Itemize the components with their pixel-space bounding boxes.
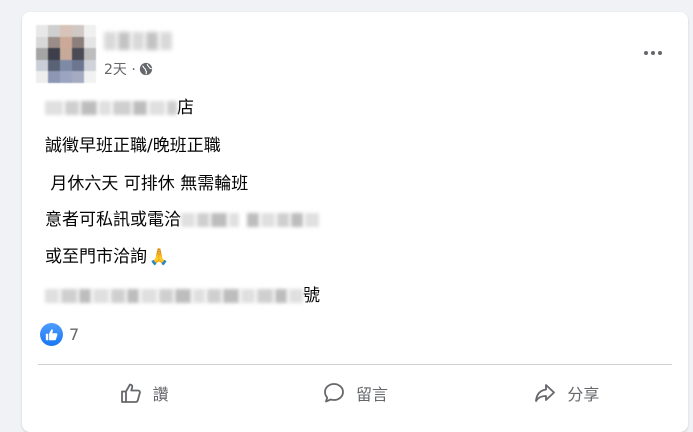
more-options-icon[interactable] (640, 48, 666, 58)
reaction-count: 7 (69, 325, 80, 344)
post-line-1: 店 (45, 97, 194, 119)
comment-label: 留言 (355, 385, 388, 404)
post-line-6: 號 (45, 285, 320, 307)
avatar[interactable] (36, 25, 96, 83)
pray-icon: 🙏 (149, 247, 169, 266)
redacted-phone (181, 213, 319, 227)
redacted-text (45, 101, 177, 115)
globe-icon (139, 62, 153, 76)
post-line-5: 或至門市洽詢 🙏 (45, 246, 169, 268)
divider (38, 364, 672, 365)
share-icon (535, 384, 556, 402)
like-button[interactable]: 讚 (38, 372, 249, 414)
share-button[interactable]: 分享 (461, 372, 672, 414)
thumbs-up-icon (120, 383, 141, 403)
comment-icon (324, 383, 344, 403)
store-suffix-text: 店 (177, 98, 194, 118)
comment-button[interactable]: 留言 (249, 372, 460, 414)
like-reaction-icon (40, 323, 63, 346)
author-name-redacted[interactable] (104, 32, 172, 50)
redacted-address (45, 289, 303, 303)
post-timestamp[interactable]: 2天 · (104, 59, 136, 79)
post-line-4: 意者可私訊或電洽 (45, 209, 319, 231)
number-suffix-text: 號 (303, 286, 320, 306)
post-line-3: 月休六天 可排休 無需輪班 (45, 174, 249, 194)
like-label: 讚 (152, 385, 169, 404)
post-meta: 2天 · (104, 59, 153, 79)
reaction-summary[interactable]: 7 (40, 323, 79, 346)
visit-store-text: 或至門市洽詢 (45, 247, 147, 267)
contact-text: 意者可私訊或電洽 (45, 210, 181, 230)
post-actions-bar: 讚 留言 分享 (38, 372, 672, 414)
post-card: 2天 · 店 誠徵早班正職/晚班正職 月休六天 可排休 無需輪班 意者可私訊或電… (22, 12, 688, 432)
post-line-2: 誠徵早班正職/晚班正職 (45, 136, 221, 156)
share-label: 分享 (567, 385, 600, 404)
